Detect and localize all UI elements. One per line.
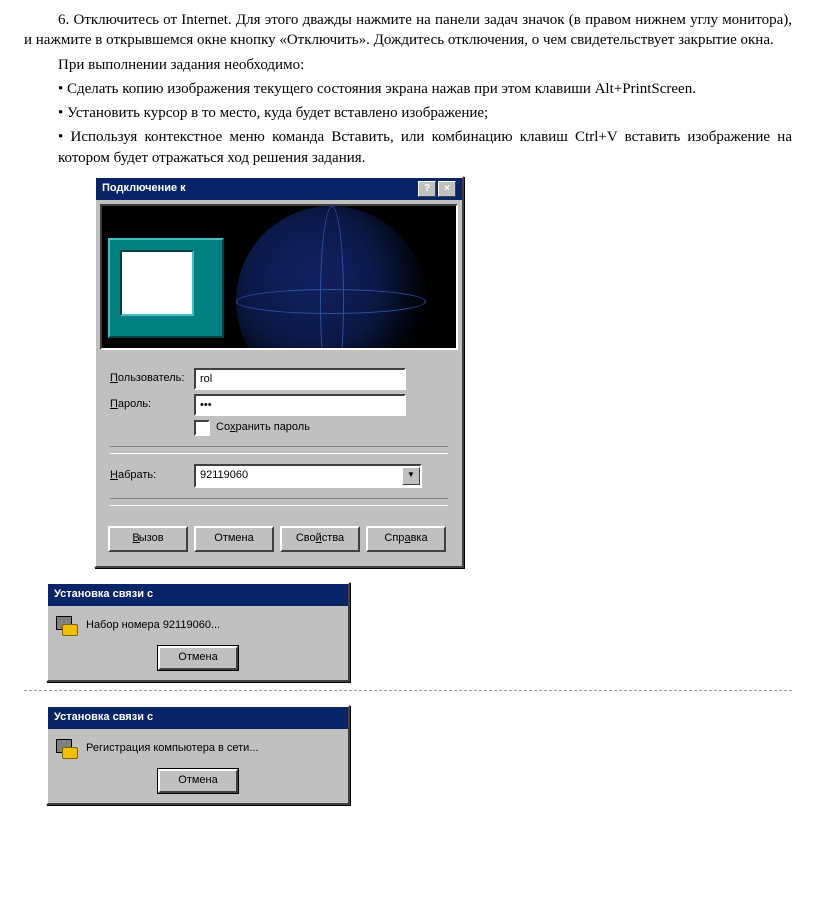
combo-dial-number[interactable]: 92119060 ▼ [194, 464, 422, 488]
dialog-title: Установка связи с [54, 587, 153, 602]
titlebar-connection[interactable]: Подключение к ? × [96, 178, 462, 200]
input-user[interactable]: rol [194, 368, 406, 390]
button-cancel[interactable]: Отмена [158, 769, 238, 793]
label-user: Пользователь: [110, 371, 194, 386]
button-help[interactable]: Справка [366, 526, 446, 552]
button-properties[interactable]: Свойства [280, 526, 360, 552]
close-icon[interactable]: × [438, 181, 456, 197]
button-cancel[interactable]: Отмена [158, 646, 238, 670]
checkbox-save-password[interactable] [194, 420, 210, 436]
network-icon [56, 616, 78, 636]
dialog-title: Подключение к [102, 181, 186, 196]
dialog-registering: Установка связи с Регистрация компьютера… [46, 705, 350, 805]
network-icon [56, 739, 78, 759]
bullet-set-cursor: Установить курсор в то место, куда будет… [24, 103, 792, 123]
divider [24, 690, 792, 691]
titlebar-dialing[interactable]: Установка связи с [48, 584, 348, 606]
button-cancel[interactable]: Отмена [194, 526, 274, 552]
input-password[interactable]: ••• [194, 394, 406, 416]
paragraph-step6: 6. Отключитесь от Internet. Для этого дв… [24, 10, 792, 51]
help-icon[interactable]: ? [418, 181, 436, 197]
label-dial: Набрать: [110, 468, 194, 483]
chevron-down-icon[interactable]: ▼ [402, 467, 420, 485]
combo-value: 92119060 [200, 468, 248, 483]
titlebar-registering[interactable]: Установка связи с [48, 707, 348, 729]
bullet-copy-screenshot: Сделать копию изображения текущего состо… [24, 79, 792, 99]
label-save-password: Сохранить пароль [216, 420, 310, 435]
paragraph-instruction-header: При выполнении задания необходимо: [24, 55, 792, 75]
connection-banner [100, 204, 458, 350]
monitor-icon [108, 238, 224, 338]
label-password: Пароль: [110, 397, 194, 412]
dialog-connection: Подключение к ? × Пользователь: rol Паро… [94, 176, 464, 568]
status-message: Регистрация компьютера в сети... [86, 741, 259, 756]
btn-text: ызов [139, 531, 164, 546]
status-message: Набор номера 92119060... [86, 618, 220, 633]
dialog-dialing: Установка связи с Набор номера 92119060.… [46, 582, 350, 682]
dialog-title: Установка связи с [54, 710, 153, 725]
bullet-paste: Используя контекстное меню команда Встав… [24, 127, 792, 168]
globe-icon [236, 206, 426, 350]
button-call[interactable]: Вызов [108, 526, 188, 552]
